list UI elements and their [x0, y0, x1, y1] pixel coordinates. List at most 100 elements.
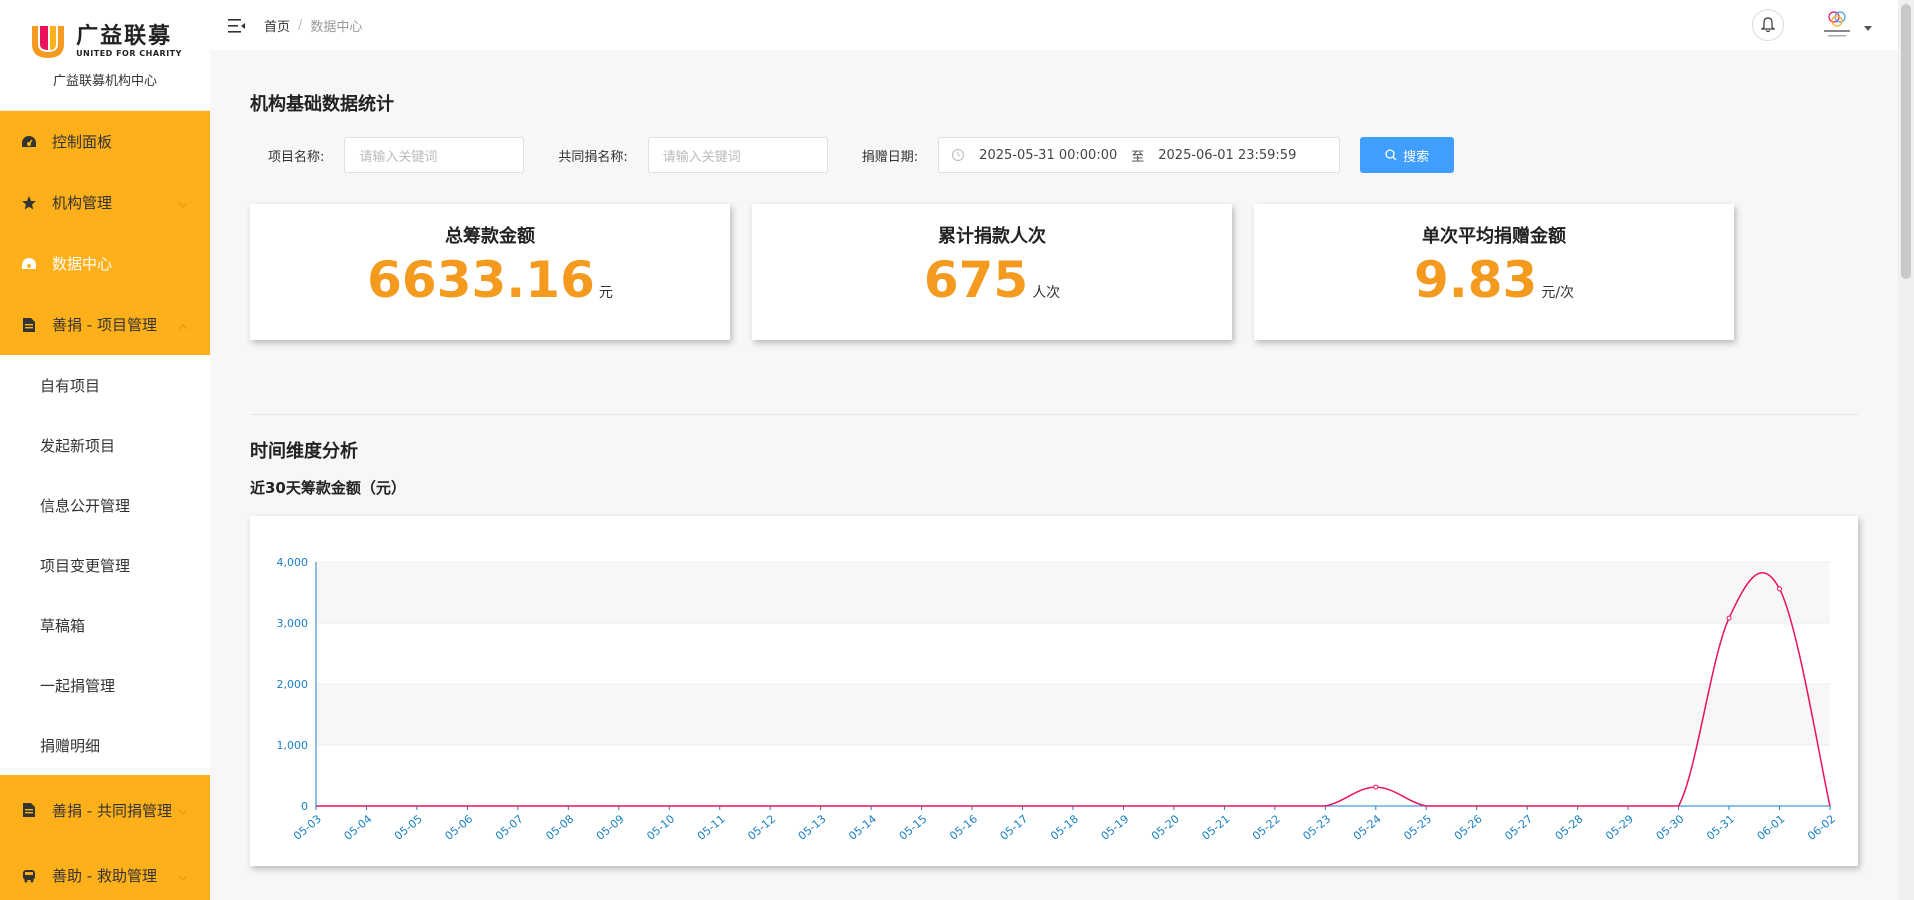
x-tick-label: 05-10	[644, 812, 677, 843]
stat-value: 9.83	[1413, 251, 1538, 309]
x-tick-label: 05-31	[1704, 812, 1737, 843]
project-name-input[interactable]: 请输入关键词	[344, 137, 525, 173]
stat-card-total-amount: 总筹款金额 6633.16 元	[250, 204, 730, 340]
logo: 广益联募 UNITED FOR CHARITY 广益联募机构中心	[0, 0, 210, 111]
sidebar-subitem[interactable]: 自有项目	[0, 355, 210, 415]
sidebar-item-org-management[interactable]: 机构管理	[0, 172, 210, 233]
date-start[interactable]: 2025-05-31 00:00:00	[979, 148, 1117, 163]
stat-value: 675	[923, 251, 1029, 309]
x-tick-label: 05-22	[1250, 812, 1283, 843]
sidebar-subitem[interactable]: 草稿箱	[0, 595, 210, 655]
joint-name-input[interactable]: 请输入关键词	[647, 137, 828, 173]
x-tick-label: 05-03	[291, 812, 324, 843]
line-chart: 0 1,000 2,000 3,000 4,000 05-03 05-04 05-05 05-0…	[277, 556, 1838, 843]
data-icon	[20, 255, 38, 273]
bell-icon[interactable]	[1752, 9, 1784, 41]
x-tick-label: 05-29	[1603, 812, 1636, 843]
sidebar-item-label: 善捐 - 共同捐管理	[52, 801, 172, 820]
x-tick-label: 05-26	[1452, 812, 1485, 843]
stat-card-average-amount: 单次平均捐赠金额 9.83 元/次	[1254, 204, 1734, 340]
x-tick-label: 05-13	[796, 812, 829, 843]
menu-toggle-icon[interactable]	[228, 18, 246, 33]
x-tick-label: 05-12	[745, 812, 778, 843]
x-tick-label: 05-27	[1502, 812, 1535, 843]
sidebar-item-joint-donation[interactable]: 善捐 - 共同捐管理	[0, 775, 210, 845]
x-tick-label: 05-18	[1048, 812, 1081, 843]
stats-cards: 总筹款金额 6633.16 元 累计捐款人次 675 人次 单次平均捐赠金额 9…	[250, 204, 1858, 340]
main-content: 机构基础数据统计 项目名称: 请输入关键词 共同捐名称: 请输入关键词 捐赠日期…	[250, 50, 1858, 866]
stat-unit: 元	[598, 285, 613, 301]
chart-card: 0 1,000 2,000 3,000 4,000 05-03 05-04 05-05 05-0…	[250, 516, 1858, 866]
page-scrollbar[interactable]	[1898, 0, 1914, 900]
x-tick-label: 05-04	[342, 812, 375, 843]
grid-band	[316, 684, 1830, 745]
stats-section-title: 机构基础数据统计	[250, 94, 394, 115]
stat-value: 6633.16	[367, 251, 595, 309]
sidebar-subitem[interactable]: 信息公开管理	[0, 475, 210, 535]
x-tick-label: 05-05	[392, 812, 425, 843]
chevron-down-icon	[178, 801, 188, 819]
x-tick-label: 05-07	[493, 812, 526, 843]
sidebar-item-relief-management[interactable]: 善助 - 救助管理	[0, 845, 210, 900]
stat-unit: 元/次	[1541, 285, 1575, 301]
x-tick-label: 05-11	[695, 812, 728, 843]
sidebar: 广益联募 UNITED FOR CHARITY 广益联募机构中心 控制面板 机构…	[0, 0, 210, 900]
section-divider	[250, 414, 1858, 415]
search-button-label: 搜索	[1403, 149, 1430, 165]
stat-title: 总筹款金额	[445, 226, 535, 247]
avatar[interactable]	[1820, 8, 1854, 42]
y-tick-label: 2,000	[277, 678, 309, 691]
search-button[interactable]: 搜索	[1360, 137, 1455, 173]
x-tick-label: 06-01	[1755, 812, 1788, 843]
x-tick-label: 05-17	[998, 812, 1031, 843]
data-point	[1777, 586, 1783, 592]
document-icon	[20, 316, 38, 334]
sidebar-item-label: 控制面板	[52, 133, 113, 151]
date-range-picker[interactable]: 2025-05-31 00:00:00 至 2025-06-01 23:59:5…	[938, 137, 1341, 173]
donation-date-label: 捐赠日期:	[861, 149, 919, 165]
sidebar-item-project-management[interactable]: 善捐 - 项目管理	[0, 294, 210, 355]
scrollbar-thumb[interactable]	[1901, 4, 1911, 279]
chevron-down-icon	[178, 867, 188, 885]
breadcrumb-home[interactable]: 首页	[264, 16, 290, 35]
x-tick-label: 05-24	[1351, 812, 1384, 843]
x-tick-label: 05-30	[1654, 812, 1687, 843]
bus-icon	[20, 867, 38, 885]
breadcrumb-current: 数据中心	[310, 19, 363, 35]
x-tick-label: 05-20	[1149, 812, 1182, 843]
document-icon	[20, 801, 38, 819]
sidebar-subitem[interactable]: 捐赠明细	[0, 715, 210, 775]
stat-card-donor-count: 累计捐款人次 675 人次	[752, 204, 1232, 340]
sidebar-subitem[interactable]: 项目变更管理	[0, 535, 210, 595]
sidebar-item-dashboard[interactable]: 控制面板	[0, 111, 210, 172]
x-tick-label: 05-25	[1401, 812, 1434, 843]
chevron-up-icon	[178, 316, 188, 334]
breadcrumb-separator: /	[298, 17, 303, 33]
x-tick-label: 05-06	[442, 812, 475, 843]
sidebar-subitem[interactable]: 发起新项目	[0, 415, 210, 475]
sidebar-item-label: 数据中心	[52, 255, 113, 273]
dashboard-icon	[20, 133, 38, 151]
star-icon	[20, 194, 38, 212]
x-tick-label: 06-02	[1805, 812, 1838, 843]
filter-bar: 项目名称: 请输入关键词 共同捐名称: 请输入关键词 捐赠日期: 2025-05…	[250, 136, 1858, 174]
x-tick-label: 05-14	[846, 812, 879, 843]
x-tick-label: 05-19	[1099, 812, 1132, 843]
chart-subtitle: 近30天筹款金额（元）	[250, 479, 406, 497]
sidebar-subitem[interactable]: 一起捐管理	[0, 655, 210, 715]
joint-name-label: 共同捐名称:	[558, 149, 628, 165]
x-tick-label: 05-16	[947, 812, 980, 843]
search-icon	[1385, 149, 1397, 161]
breadcrumb: 首页 / 数据中心	[264, 16, 362, 35]
date-to-label: 至	[1131, 149, 1145, 165]
date-end[interactable]: 2025-06-01 23:59:59	[1158, 148, 1296, 163]
logo-english: UNITED FOR CHARITY	[76, 49, 182, 58]
logo-text: 广益联募	[76, 24, 173, 49]
clock-icon	[951, 148, 965, 162]
caret-down-icon[interactable]	[1864, 26, 1872, 31]
sidebar-item-label: 善捐 - 项目管理	[52, 316, 157, 334]
sidebar-item-label: 善助 - 救助管理	[52, 867, 157, 885]
x-tick-label: 05-09	[594, 812, 627, 843]
x-tick-label: 05-23	[1300, 812, 1333, 843]
sidebar-item-data-center[interactable]: 数据中心	[0, 233, 210, 294]
